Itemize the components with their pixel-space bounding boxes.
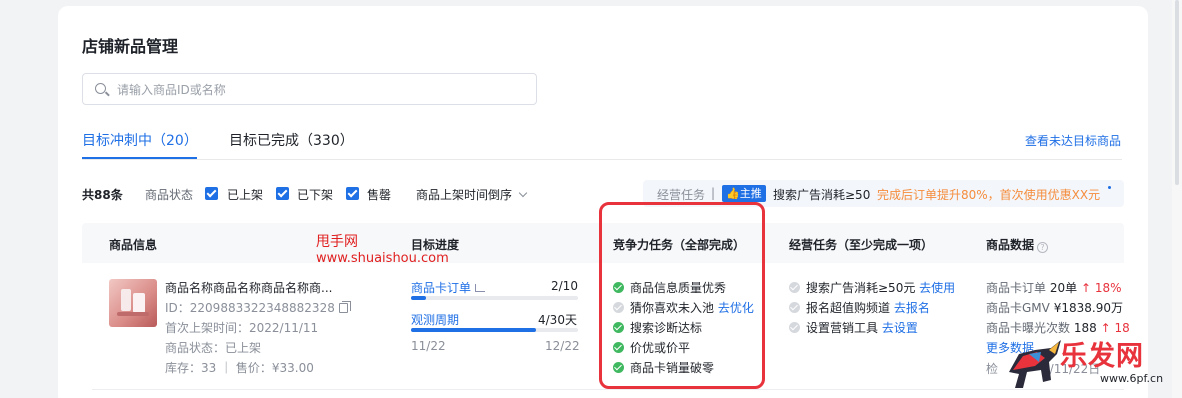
row-divider bbox=[92, 389, 1124, 390]
search-box[interactable] bbox=[82, 73, 537, 105]
use-link[interactable]: 去使用 bbox=[919, 281, 955, 295]
banner-text: 搜索广告消耗≥50 bbox=[773, 188, 871, 202]
logo-text: 乐发网 bbox=[1060, 341, 1144, 372]
check-label: 检 bbox=[986, 362, 999, 376]
total-count: 共88条 bbox=[82, 188, 123, 202]
help-icon[interactable]: ? bbox=[1037, 242, 1049, 253]
sort-dropdown[interactable]: 商品上架时间倒序 bbox=[416, 186, 528, 203]
search-input[interactable] bbox=[117, 80, 517, 100]
tab-completed[interactable]: 目标已完成（330） bbox=[229, 130, 354, 150]
business-task-3: 设置营销工具 去设置 bbox=[789, 319, 918, 336]
banner-separator: | bbox=[711, 186, 716, 200]
site-logo: 乐发网 www.6pf.cn bbox=[1005, 332, 1182, 398]
product-stock-price: 库存：33 ｜ 售价：¥33.00 bbox=[165, 361, 314, 375]
goal-orders-value: 2/10 bbox=[551, 279, 578, 293]
product-thumbnail[interactable] bbox=[109, 279, 157, 327]
metric-orders: 商品卡订单 20单 ↑ 18% bbox=[986, 279, 1122, 296]
copy-icon[interactable] bbox=[338, 301, 351, 313]
checkbox-soldout-label[interactable]: 售罄 bbox=[367, 186, 391, 203]
watermark-name: 甩手网 bbox=[316, 234, 358, 250]
scrollbar-thumb[interactable] bbox=[1175, 0, 1179, 185]
chevron-down-icon bbox=[518, 188, 528, 198]
goal-period-label: 观测周期 bbox=[411, 313, 460, 327]
metric-gmv: 商品卡GMV ¥1838.90万 bbox=[986, 299, 1123, 316]
business-task-1-label: 搜索广告消耗≥50元 bbox=[806, 281, 916, 295]
goal-orders-label-text: 商品卡订单 bbox=[411, 281, 472, 295]
checkbox-delisted-label[interactable]: 已下架 bbox=[297, 186, 333, 203]
goal-period-progress-fill bbox=[411, 328, 537, 332]
watermark-url: www.shuaishou.com bbox=[316, 251, 449, 266]
goal-orders-progress-fill bbox=[411, 296, 427, 300]
highlight-annotation-box bbox=[599, 202, 765, 389]
header-business-tasks: 经营任务（至少完成一项） bbox=[789, 238, 934, 252]
featured-badge: 👍主推 bbox=[722, 185, 766, 202]
period-end-date: 12/22 bbox=[545, 339, 580, 353]
register-link[interactable]: 去报名 bbox=[894, 301, 930, 315]
business-task-3-label: 设置营销工具 bbox=[806, 321, 879, 335]
checkbox-listed[interactable] bbox=[205, 187, 218, 200]
metric-orders-change: ↑ 18% bbox=[1080, 281, 1122, 295]
checkbox-soldout[interactable] bbox=[346, 187, 359, 200]
page-title: 店铺新品管理 bbox=[82, 37, 179, 56]
pending-circle-icon bbox=[789, 282, 800, 293]
pending-circle-icon bbox=[789, 322, 800, 333]
bull-logo-icon bbox=[1009, 340, 1061, 388]
header-product-data-label: 商品数据 bbox=[986, 238, 1035, 252]
banner-label: 经营任务 bbox=[657, 188, 706, 202]
logo-url: www.6pf.cn bbox=[1100, 372, 1164, 385]
product-first-listed: 首次上架时间：2022/11/11 bbox=[165, 321, 319, 335]
metric-orders-value: 20单 bbox=[1049, 281, 1078, 295]
header-product-info: 商品信息 bbox=[109, 238, 158, 252]
metric-gmv-label: 商品卡GMV bbox=[986, 301, 1050, 315]
sort-label: 商品上架时间倒序 bbox=[416, 188, 513, 202]
pending-circle-icon bbox=[789, 302, 800, 313]
goal-period-value: 4/30天 bbox=[538, 313, 577, 327]
metric-orders-label: 商品卡订单 bbox=[986, 281, 1047, 295]
tab-in-progress[interactable]: 目标冲刺中（20） bbox=[82, 130, 198, 150]
featured-badge-label: 主推 bbox=[739, 187, 762, 200]
checkbox-listed-label[interactable]: 已上架 bbox=[227, 186, 263, 203]
product-id: ID：2209883322348882328 bbox=[165, 299, 351, 316]
business-task-2-label: 报名超值购频道 bbox=[806, 301, 891, 315]
goal-orders-progress bbox=[411, 296, 578, 300]
view-unmet-products-link[interactable]: 查看未达目标商品 bbox=[1025, 132, 1121, 149]
goal-period-progress bbox=[411, 328, 578, 332]
goal-orders-label: 商品卡订单 bbox=[411, 279, 486, 296]
search-icon bbox=[95, 83, 106, 94]
banner-dot-icon bbox=[1108, 186, 1111, 189]
banner-promo: 完成后订单提升80%，首次使用优惠XX元 bbox=[877, 188, 1101, 202]
tabs-divider bbox=[82, 159, 1122, 160]
setup-link[interactable]: 去设置 bbox=[882, 321, 918, 335]
period-start-date: 11/22 bbox=[411, 339, 446, 353]
header-product-data: 商品数据? bbox=[986, 236, 1049, 253]
product-status: 商品状态：已上架 bbox=[165, 341, 262, 355]
product-name[interactable]: 商品名称商品名称商品名称商... bbox=[165, 279, 332, 296]
active-tab-indicator bbox=[82, 157, 197, 159]
business-task-2: 报名超值购频道 去报名 bbox=[789, 299, 930, 316]
product-id-text: ID：2209883322348882328 bbox=[165, 301, 335, 315]
metric-gmv-value: ¥1838.90万 bbox=[1053, 301, 1123, 315]
business-task-1: 搜索广告消耗≥50元 去使用 bbox=[789, 279, 955, 296]
checkbox-delisted[interactable] bbox=[276, 187, 289, 200]
status-filter-label: 商品状态 bbox=[145, 188, 194, 202]
trend-icon bbox=[475, 284, 486, 292]
